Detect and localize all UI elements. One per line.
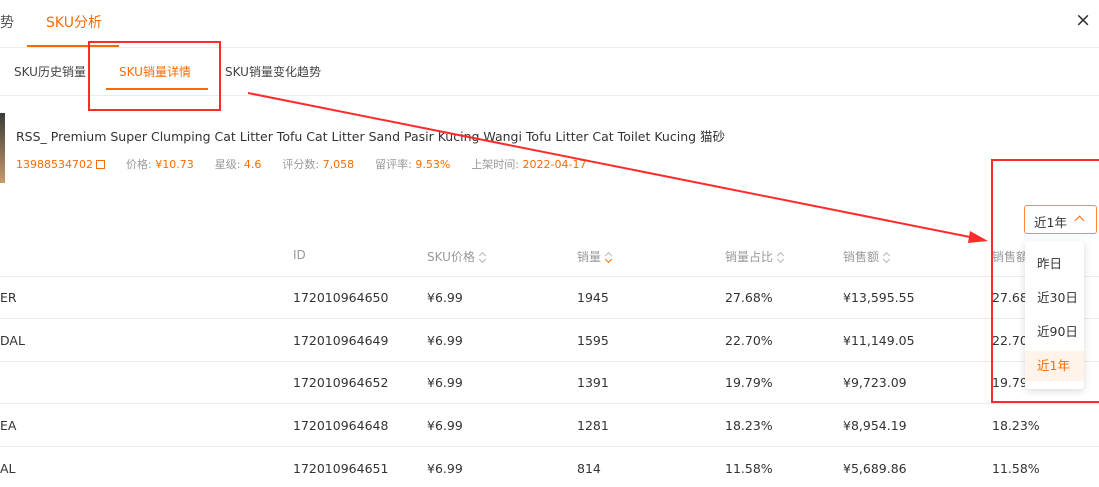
annotation-arrow xyxy=(247,92,988,243)
